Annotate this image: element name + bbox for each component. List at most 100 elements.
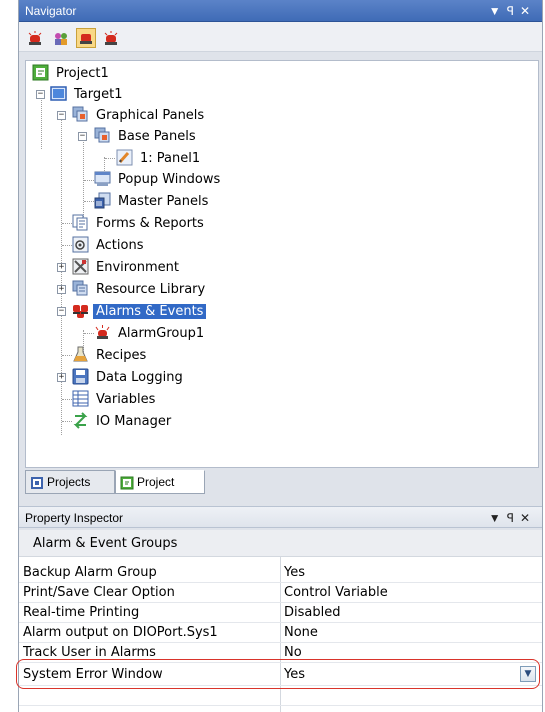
tree-connector <box>83 135 84 219</box>
alarms-events-icon <box>72 302 89 319</box>
property-value[interactable]: Yes <box>284 563 542 582</box>
tree-connector <box>62 399 72 400</box>
tree-connector <box>84 180 94 181</box>
navigator-toolbar <box>19 22 542 52</box>
project-icon <box>32 64 49 81</box>
property-row-alarm-output[interactable]: Alarm output on DIOPort.Sys1 None <box>19 623 542 643</box>
tree-item-resource-library[interactable]: Resource Library <box>72 279 208 300</box>
tree-connector <box>62 245 72 246</box>
navigator-title: Navigator <box>25 4 77 18</box>
forms-reports-icon <box>72 214 89 231</box>
tree-connector <box>105 158 115 159</box>
property-name: Track User in Alarms <box>23 645 156 660</box>
property-row-track-user-in-alarms[interactable]: Track User in Alarms No <box>19 643 542 663</box>
property-value[interactable]: Control Variable <box>284 583 542 602</box>
tree-item-project[interactable]: Project1 <box>32 63 112 84</box>
collapse-toggle[interactable]: − <box>78 132 87 141</box>
property-value[interactable]: Disabled <box>284 603 542 622</box>
window-controls[interactable]: ▼ꟼ✕ <box>489 507 536 529</box>
navigator-window: Navigator ▼ꟼ✕ Project1 − Target1 − Graph… <box>18 0 543 712</box>
tree-item-alarm-group1[interactable]: AlarmGroup1 <box>94 323 207 344</box>
property-name: Alarm output on DIOPort.Sys1 <box>23 625 218 640</box>
window-controls[interactable]: ▼ꟼ✕ <box>489 0 536 22</box>
alarm-siren-button[interactable] <box>25 28 45 48</box>
dropdown-icon[interactable]: ▼ <box>489 511 507 525</box>
navigator-titlebar: Navigator ▼ꟼ✕ <box>19 0 542 22</box>
alarm-add-button[interactable] <box>101 28 121 48</box>
tree-item-recipes[interactable]: Recipes <box>72 345 149 366</box>
expand-toggle[interactable]: + <box>57 285 66 294</box>
pin-icon[interactable]: ꟼ <box>507 511 520 525</box>
tree-item-panel1[interactable]: 1: Panel1 <box>116 148 203 169</box>
collapse-toggle[interactable]: − <box>57 307 66 316</box>
master-panels-icon <box>94 192 111 209</box>
property-row-empty <box>19 686 542 706</box>
tree-connector <box>84 201 94 202</box>
alarm-filter-button[interactable] <box>76 28 96 48</box>
chevron-down-icon[interactable]: ▼ <box>520 666 536 682</box>
collapse-toggle[interactable]: − <box>36 90 45 99</box>
popup-windows-icon <box>94 170 111 187</box>
tree-item-graphical-panels[interactable]: Graphical Panels <box>72 105 207 126</box>
alarm-filter-icon <box>80 34 92 44</box>
environment-icon <box>72 258 89 275</box>
close-icon[interactable]: ✕ <box>520 511 536 525</box>
tree-item-master-panels[interactable]: Master Panels <box>94 191 211 212</box>
graphical-panels-icon <box>72 106 89 123</box>
tree-item-environment[interactable]: Environment <box>72 257 182 278</box>
projects-icon <box>30 475 44 489</box>
property-grid: Alarm & Event Groups Backup Alarm Group … <box>19 530 542 712</box>
tab-projects[interactable]: Projects <box>25 470 115 494</box>
recipes-icon <box>72 346 89 363</box>
pin-icon[interactable]: ꟼ <box>507 4 520 18</box>
data-logging-icon <box>72 368 89 385</box>
tree-item-data-logging[interactable]: Data Logging <box>72 367 186 388</box>
tree-item-forms-reports[interactable]: Forms & Reports <box>72 213 207 234</box>
property-value[interactable]: None <box>284 623 542 642</box>
tree-item-actions[interactable]: Actions <box>72 235 147 256</box>
tree-connector <box>62 355 72 356</box>
tab-project[interactable]: Project <box>115 470 205 494</box>
resource-library-icon <box>72 280 89 297</box>
target-icon <box>50 85 67 102</box>
property-row-backup-alarm-group[interactable]: Backup Alarm Group Yes <box>19 563 542 583</box>
alarm-siren-icon <box>28 31 42 45</box>
tree-item-target[interactable]: Target1 <box>50 84 126 105</box>
variables-icon <box>72 390 89 407</box>
system-error-window-select[interactable]: Yes <box>284 664 542 685</box>
project-icon <box>120 475 134 490</box>
collapse-toggle[interactable]: − <box>57 111 66 120</box>
alarm-add-icon <box>104 31 118 45</box>
property-name: Print/Save Clear Option <box>23 585 175 600</box>
property-value[interactable]: No <box>284 643 542 662</box>
io-manager-icon <box>72 412 89 429</box>
tree-item-base-panels[interactable]: Base Panels <box>94 126 199 147</box>
alarm-siren-icon <box>94 324 111 341</box>
property-name: Real-time Printing <box>23 605 140 620</box>
project-tree: Project1 − Target1 − Graphical Panels − … <box>25 60 539 468</box>
property-row-print-save-clear-option[interactable]: Print/Save Clear Option Control Variable <box>19 583 542 603</box>
panel-icon <box>116 149 133 166</box>
property-inspector-titlebar: Property Inspector ▼ꟼ✕ <box>19 506 542 528</box>
expand-toggle[interactable]: + <box>57 373 66 382</box>
property-row-real-time-printing[interactable]: Real-time Printing Disabled <box>19 603 542 623</box>
base-panels-icon <box>94 127 111 144</box>
tree-connector <box>62 421 72 422</box>
user-groups-icon <box>55 33 67 45</box>
tree-item-popup-windows[interactable]: Popup Windows <box>94 169 223 190</box>
user-groups-button[interactable] <box>51 28 71 48</box>
close-icon[interactable]: ✕ <box>520 4 536 18</box>
tree-connector <box>62 223 72 224</box>
property-row-system-error-window[interactable]: System Error Window Yes ▼ <box>19 664 542 686</box>
tree-connector <box>41 94 42 149</box>
tree-item-io-manager[interactable]: IO Manager <box>72 411 174 432</box>
property-name: Backup Alarm Group <box>23 565 157 580</box>
tree-item-variables[interactable]: Variables <box>72 389 158 410</box>
tree-connector <box>84 333 94 334</box>
expand-toggle[interactable]: + <box>57 263 66 272</box>
actions-icon <box>72 236 89 253</box>
tree-connector <box>61 115 62 435</box>
dropdown-icon[interactable]: ▼ <box>489 4 507 18</box>
tree-item-alarms-events[interactable]: Alarms & Events <box>72 301 207 322</box>
property-inspector-title: Property Inspector <box>25 511 124 525</box>
